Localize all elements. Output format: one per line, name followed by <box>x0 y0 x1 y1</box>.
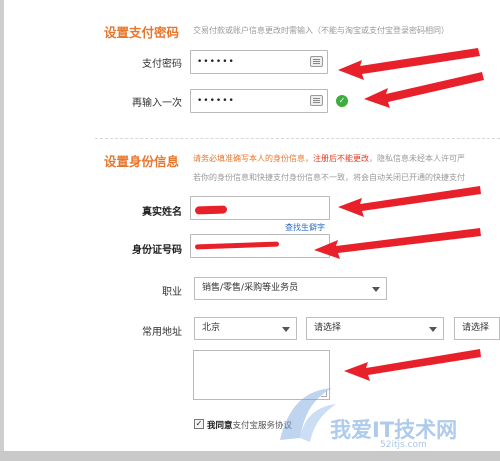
annotation-arrow <box>344 349 481 381</box>
annotation-arrow <box>364 72 484 108</box>
annotation-arrow <box>338 186 481 217</box>
site-watermark: 我爱IT技术网 52itjs.com <box>270 380 500 450</box>
annotation-arrow <box>314 228 481 259</box>
annotation-arrow <box>338 48 480 80</box>
window-bottom-border <box>0 451 500 461</box>
watermark-url: 52itjs.com <box>380 440 427 450</box>
